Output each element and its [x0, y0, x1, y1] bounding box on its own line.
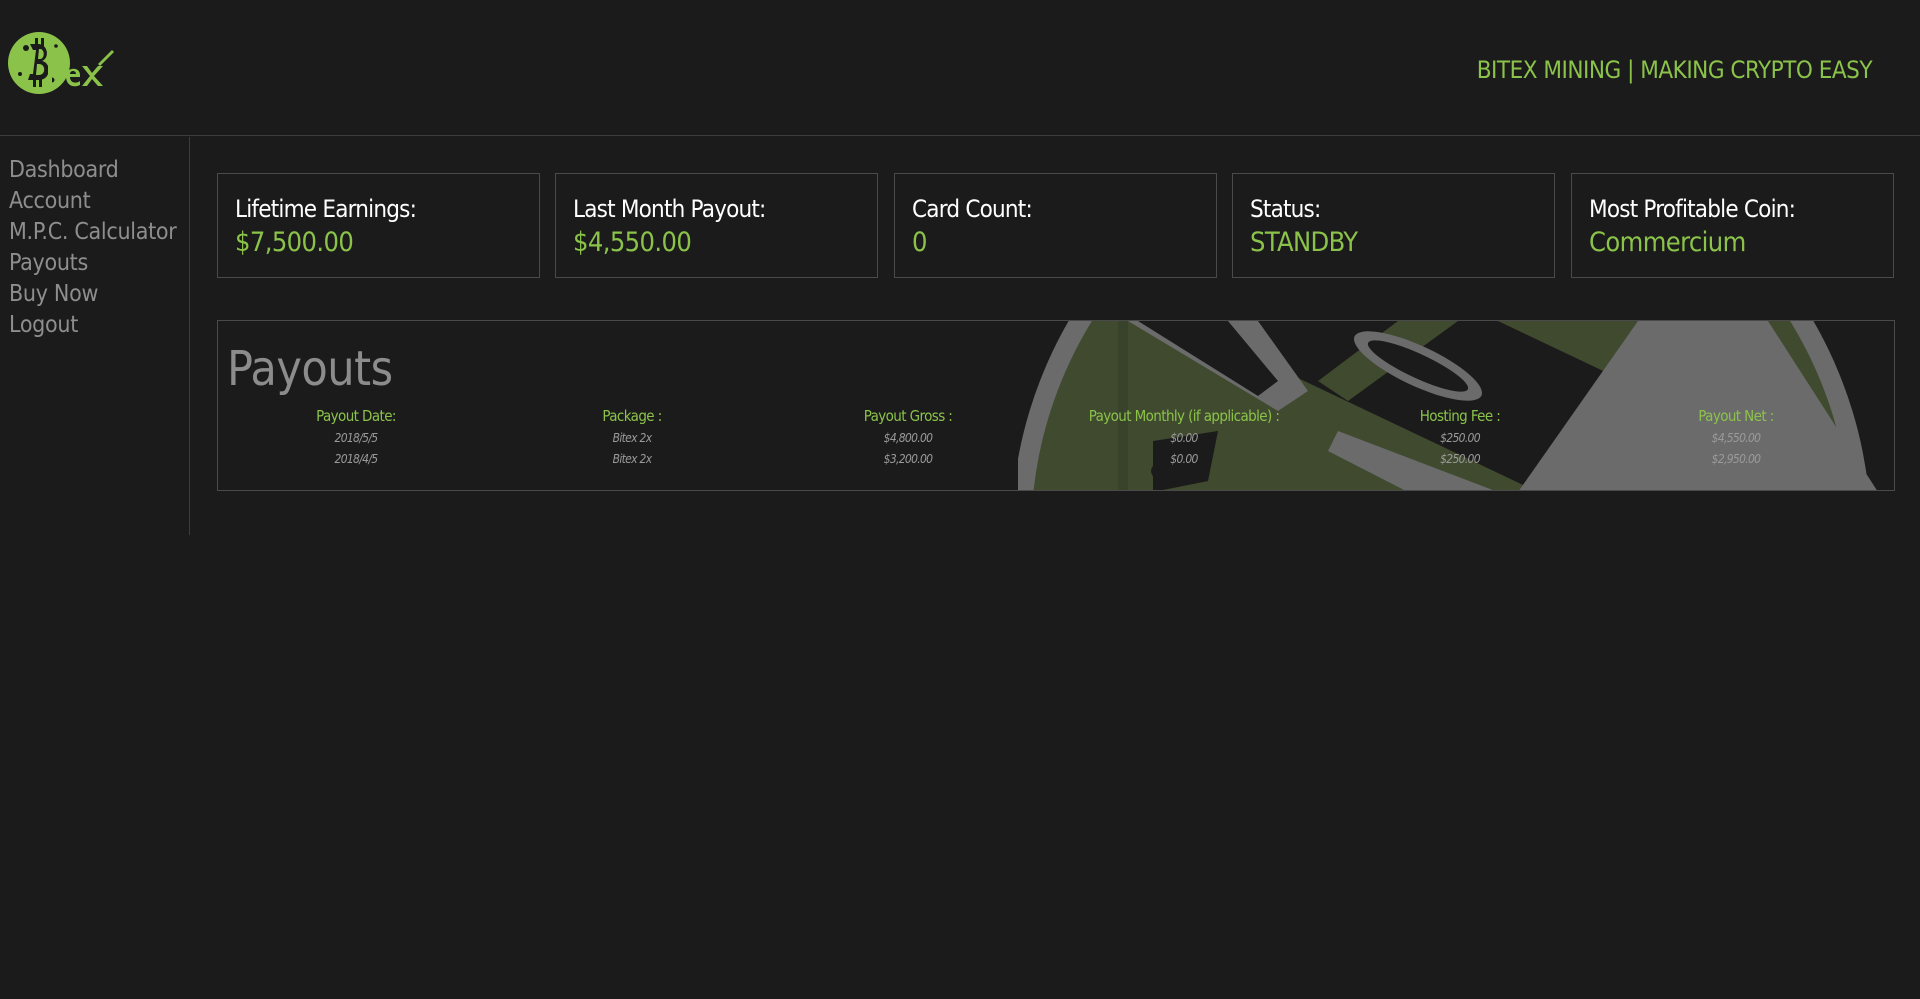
- stat-value: Commercium: [1589, 227, 1746, 258]
- status-value: STANDBY: [1250, 227, 1358, 258]
- sidebar-item-buy-now[interactable]: Buy Now: [0, 279, 189, 310]
- payout-gross-column: Payout Gross : $4,800.00 $3,200.00: [770, 407, 1046, 470]
- card-count-card: Card Count: 0: [894, 173, 1217, 278]
- site-tagline: BITEX MINING | MAKING CRYPTO EASY: [1476, 56, 1873, 84]
- stat-value: $4,550.00: [573, 227, 692, 258]
- table-cell: $0.00: [1170, 452, 1198, 466]
- column-header: Hosting Fee :: [1419, 407, 1501, 425]
- bitcoin-logo-icon: [8, 32, 70, 94]
- column-header: Package :: [602, 407, 662, 425]
- table-cell: $4,800.00: [883, 431, 933, 445]
- column-header: Payout Net :: [1698, 407, 1774, 425]
- most-profitable-coin-card: Most Profitable Coin: Commercium: [1571, 173, 1894, 278]
- payout-date-column: Payout Date: 2018/5/5 2018/4/5: [218, 407, 494, 470]
- column-header: Payout Monthly (if applicable) :: [1088, 407, 1280, 425]
- sidebar-item-mpc-calculator[interactable]: M.P.C. Calculator: [0, 217, 189, 248]
- status-card: Status: STANDBY: [1232, 173, 1555, 278]
- hosting-fee-column: Hosting Fee : $250.00 $250.00: [1322, 407, 1598, 470]
- sidebar-item-dashboard[interactable]: Dashboard: [0, 155, 189, 186]
- table-cell: 2018/4/5: [334, 452, 379, 466]
- sidebar-item-account[interactable]: Account: [0, 186, 189, 217]
- stat-label: Status:: [1250, 195, 1321, 223]
- stats-row: Lifetime Earnings: $7,500.00 Last Month …: [217, 173, 1895, 278]
- stat-label: Most Profitable Coin:: [1589, 195, 1796, 223]
- lifetime-earnings-card: Lifetime Earnings: $7,500.00: [217, 173, 540, 278]
- payout-monthly-column: Payout Monthly (if applicable) : $0.00 $…: [1046, 407, 1322, 470]
- package-column: Package : Bitex 2x Bitex 2x: [494, 407, 770, 470]
- stat-label: Lifetime Earnings:: [235, 195, 417, 223]
- table-cell: $250.00: [1440, 431, 1480, 445]
- payouts-title: Payouts: [227, 341, 393, 397]
- payouts-panel: Payouts Payout Date: 2018/5/5 2018/4/5 P…: [217, 320, 1895, 491]
- column-header: Payout Date:: [316, 407, 396, 425]
- table-cell: $4,550.00: [1711, 431, 1761, 445]
- last-month-payout-card: Last Month Payout: $4,550.00: [555, 173, 878, 278]
- header: BITEX MINING | MAKING CRYPTO EASY: [0, 0, 1920, 136]
- sidebar: Dashboard Account M.P.C. Calculator Payo…: [0, 137, 190, 535]
- table-cell: 2018/5/5: [334, 431, 379, 445]
- table-cell: Bitex 2x: [612, 452, 652, 466]
- stat-label: Card Count:: [912, 195, 1033, 223]
- stat-value: $7,500.00: [235, 227, 354, 258]
- table-cell: Bitex 2x: [612, 431, 652, 445]
- table-cell: $2,950.00: [1711, 452, 1761, 466]
- column-header: Payout Gross :: [863, 407, 953, 425]
- payout-net-column: Payout Net : $4,550.00 $2,950.00: [1598, 407, 1874, 470]
- stat-label: Last Month Payout:: [573, 195, 766, 223]
- sidebar-item-logout[interactable]: Logout: [0, 310, 189, 341]
- bitex-logo[interactable]: [8, 30, 114, 96]
- table-cell: $250.00: [1440, 452, 1480, 466]
- stat-value: 0: [912, 227, 927, 258]
- table-cell: $0.00: [1170, 431, 1198, 445]
- table-cell: $3,200.00: [883, 452, 933, 466]
- sidebar-item-payouts[interactable]: Payouts: [0, 248, 189, 279]
